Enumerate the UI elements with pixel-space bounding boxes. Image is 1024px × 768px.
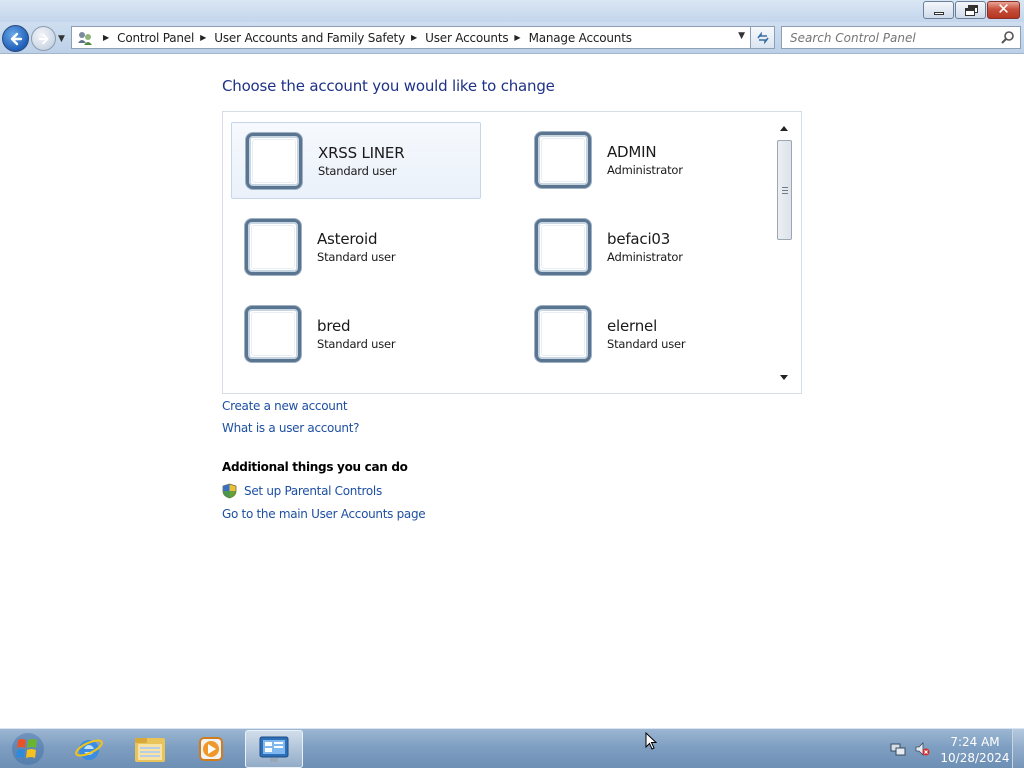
mouse-cursor-icon xyxy=(645,732,657,750)
start-button[interactable] xyxy=(6,730,50,768)
refresh-icon xyxy=(756,31,769,44)
accounts-list: XRSS LINER Standard user ADMIN Administr… xyxy=(222,111,802,394)
user-accounts-icon xyxy=(76,29,93,46)
account-name: elernel xyxy=(607,317,658,335)
tray-clock[interactable]: 7:24 AM 10/28/2024 xyxy=(940,734,1010,766)
account-tile[interactable]: ADMIN Administrator xyxy=(521,122,771,199)
account-picture xyxy=(535,306,591,362)
parental-controls-link[interactable]: Set up Parental Controls xyxy=(244,484,382,498)
network-icon[interactable] xyxy=(890,741,906,757)
account-picture xyxy=(246,133,302,189)
taskbar-control-panel[interactable] xyxy=(245,730,303,768)
close-button[interactable]: ✕ xyxy=(987,0,1020,19)
show-desktop-button[interactable] xyxy=(1012,729,1024,768)
breadcrumb-manage-accounts[interactable]: Manage Accounts xyxy=(529,31,632,45)
breadcrumb-control-panel[interactable]: Control Panel xyxy=(117,31,194,45)
forward-arrow-icon xyxy=(38,33,48,44)
additional-heading: Additional things you can do xyxy=(222,460,408,474)
clock-date: 10/28/2024 xyxy=(940,751,1010,765)
main-user-accounts-link[interactable]: Go to the main User Accounts page xyxy=(222,507,426,521)
account-tile[interactable]: elernel Standard user xyxy=(521,296,771,373)
refresh-button[interactable] xyxy=(751,26,775,49)
restore-button[interactable] xyxy=(955,1,986,19)
account-name: ADMIN xyxy=(607,143,657,161)
shield-icon xyxy=(222,483,237,499)
breadcrumb-separator[interactable]: ▶ xyxy=(200,33,206,42)
account-type: Standard user xyxy=(607,337,686,351)
navigation-bar: ▼ ▶ Control Panel ▶ User Accounts and Fa… xyxy=(0,22,1024,54)
page-title: Choose the account you would like to cha… xyxy=(222,77,555,95)
account-tile[interactable]: befaci03 Administrator xyxy=(521,209,771,286)
account-tile[interactable]: Asteroid Standard user xyxy=(231,209,481,286)
breadcrumb-user-accounts[interactable]: User Accounts xyxy=(425,31,508,45)
account-picture xyxy=(535,132,591,188)
back-arrow-icon xyxy=(10,32,22,45)
window-title-bar[interactable]: ✕ xyxy=(0,0,1024,22)
account-picture xyxy=(245,306,301,362)
create-account-link[interactable]: Create a new account xyxy=(222,399,348,413)
account-tile[interactable]: bred Standard user xyxy=(231,296,481,373)
chevron-down-icon: ▼ xyxy=(58,34,65,44)
account-picture xyxy=(245,219,301,275)
recent-pages-dropdown[interactable]: ▼ xyxy=(58,34,65,44)
window-controls: ✕ xyxy=(922,0,1020,19)
address-bar[interactable]: ▶ Control Panel ▶ User Accounts and Fami… xyxy=(71,26,751,49)
account-type: Standard user xyxy=(318,164,397,178)
account-type: Administrator xyxy=(607,163,683,177)
account-type: Standard user xyxy=(317,337,396,351)
scrollbar-grip-icon xyxy=(782,187,788,194)
forward-button[interactable] xyxy=(31,26,56,51)
start-orb-icon xyxy=(12,733,44,765)
restore-icon xyxy=(965,8,975,16)
account-type: Standard user xyxy=(317,250,396,264)
scroll-down-icon[interactable] xyxy=(780,375,788,380)
minimize-icon xyxy=(934,12,944,15)
minimize-button[interactable] xyxy=(923,1,954,19)
breadcrumb-user-accounts-family-safety[interactable]: User Accounts and Family Safety xyxy=(214,31,405,45)
breadcrumb-separator[interactable]: ▶ xyxy=(514,33,520,42)
scrollbar-thumb[interactable] xyxy=(777,140,792,240)
media-player-icon xyxy=(199,737,223,761)
account-picture xyxy=(535,219,591,275)
accounts-scrollbar[interactable] xyxy=(776,122,793,384)
windows-explorer-icon xyxy=(135,738,165,762)
taskbar-windows-explorer[interactable] xyxy=(121,730,179,768)
control-panel-icon xyxy=(259,736,289,762)
taskbar-internet-explorer[interactable] xyxy=(60,730,118,768)
search-box[interactable] xyxy=(781,26,1021,49)
taskbar: 7:24 AM 10/28/2024 xyxy=(0,728,1024,768)
back-button[interactable] xyxy=(2,25,29,52)
account-tile[interactable]: XRSS LINER Standard user xyxy=(231,122,481,199)
internet-explorer-icon xyxy=(75,739,103,760)
address-dropdown-icon[interactable]: ▼ xyxy=(738,31,745,41)
account-name: XRSS LINER xyxy=(318,144,405,162)
account-name: bred xyxy=(317,317,351,335)
scroll-up-icon[interactable] xyxy=(780,126,788,131)
volume-muted-icon[interactable] xyxy=(914,741,930,757)
breadcrumb-separator[interactable]: ▶ xyxy=(411,33,417,42)
breadcrumb-separator[interactable]: ▶ xyxy=(103,33,109,42)
search-icon[interactable] xyxy=(1000,30,1016,46)
account-type: Administrator xyxy=(607,250,683,264)
account-name: Asteroid xyxy=(317,230,378,248)
clock-time: 7:24 AM xyxy=(950,735,1000,749)
account-name: befaci03 xyxy=(607,230,671,248)
close-icon: ✕ xyxy=(997,0,1010,18)
what-is-account-link[interactable]: What is a user account? xyxy=(222,421,359,435)
search-input[interactable] xyxy=(790,30,995,45)
taskbar-media-player[interactable] xyxy=(182,730,240,768)
